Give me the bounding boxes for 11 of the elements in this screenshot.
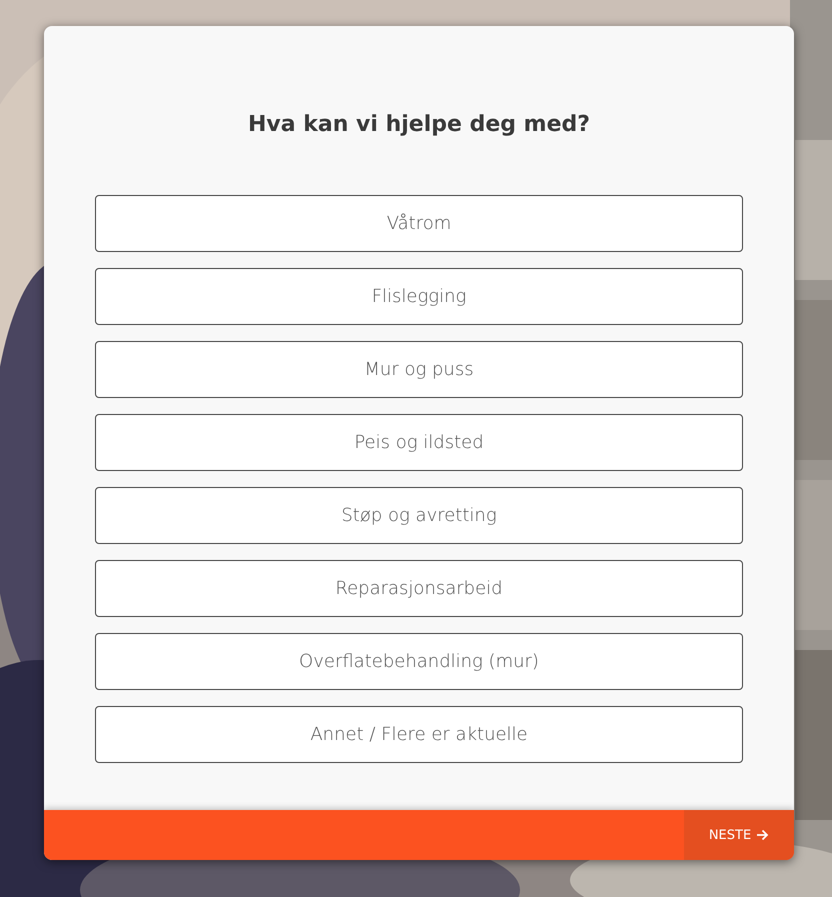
option-button[interactable]: Våtrom (95, 195, 743, 252)
arrow-icon (756, 829, 770, 841)
option-button[interactable]: Reparasjonsarbeid (95, 560, 743, 617)
option-button[interactable]: Peis og ildsted (95, 414, 743, 471)
option-button[interactable]: Mur og puss (95, 341, 743, 398)
next-button[interactable]: NESTE (684, 810, 794, 860)
option-button[interactable]: Annet / Flere er aktuelle (95, 706, 743, 763)
option-button[interactable]: Flislegging (95, 268, 743, 325)
option-button[interactable]: Støp og avretting (95, 487, 743, 544)
question-title: Hva kan vi hjelpe deg med? (248, 112, 590, 137)
option-button[interactable]: Overflatebehandling (mur) (95, 633, 743, 690)
